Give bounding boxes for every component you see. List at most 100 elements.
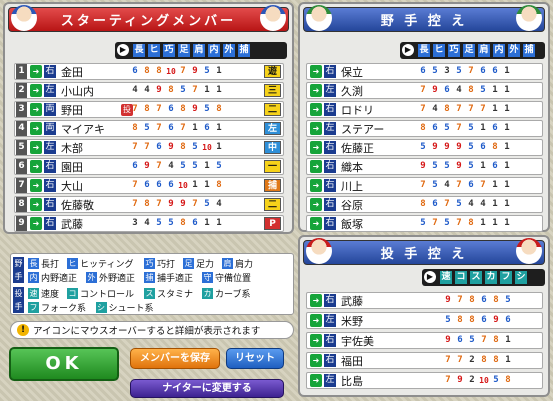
reset-button[interactable]: リセット	[226, 348, 284, 369]
table-row[interactable]: ➜ 左比島 7 9 2 10 5 8	[306, 372, 543, 389]
batting-order: 6	[16, 159, 27, 174]
stat-value: 1	[504, 199, 510, 209]
player-name[interactable]: 金田	[61, 64, 121, 80]
stat-value: 7	[132, 199, 138, 209]
player-name[interactable]: 保立	[341, 64, 401, 80]
player-name[interactable]: 園田	[61, 159, 121, 175]
stat-value: 5	[216, 161, 222, 171]
stat-value: 1	[504, 66, 510, 76]
stat-value: 6	[492, 66, 498, 76]
player-name[interactable]: 谷原	[341, 197, 401, 213]
ok-label: OK	[45, 353, 83, 374]
player-name[interactable]: 佐藤敬	[61, 197, 121, 213]
player-name[interactable]: 川上	[341, 178, 401, 194]
player-name[interactable]: 野田	[61, 102, 121, 118]
table-row[interactable]: ➜ 右保立 6 5 3 5 7 6 6 1	[306, 63, 543, 80]
batting-order: 1	[16, 64, 27, 79]
table-row[interactable]: 3 ➜ 両野田投 7 8 7 6 8 9 5 8 二	[14, 101, 284, 118]
legend-item: 足足力	[183, 257, 214, 270]
ok-button[interactable]: OK	[9, 347, 119, 381]
table-row[interactable]: 4 ➜ 両マイアキ 8 5 7 6 7 1 6 1 左	[14, 120, 284, 137]
position-badge[interactable]: 左	[264, 122, 281, 135]
table-row[interactable]: ➜ 左米野 5 8 8 6 9 6	[306, 312, 543, 329]
player-name[interactable]: 大山	[61, 178, 121, 194]
table-row[interactable]: ➜ 右武藤 9 7 8 6 8 5	[306, 292, 543, 309]
stat-value: 5	[469, 335, 475, 345]
position-badge[interactable]: 中	[264, 141, 281, 154]
position-badge[interactable]: 二	[264, 198, 281, 211]
stat-value: 7	[420, 180, 426, 190]
table-row[interactable]: 8 ➜ 右佐藤敬 7 8 7 9 9 7 5 4 二	[14, 196, 284, 213]
night-game-button[interactable]: ナイターに変更する	[130, 379, 284, 398]
stat-value: 9	[457, 375, 463, 385]
table-row[interactable]: ➜ 左久渕 7 9 6 4 8 5 1 1	[306, 82, 543, 99]
stat-value: 9	[420, 161, 426, 171]
stat-value: 1	[492, 199, 498, 209]
stat-value: 4	[456, 85, 462, 95]
position-badge[interactable]: 遊	[264, 65, 281, 78]
table-row[interactable]: ➜ 右佐藤正 5 9 9 9 5 6 8 1	[306, 139, 543, 156]
player-name[interactable]: 久渕	[341, 83, 401, 99]
stat-value: 8	[420, 123, 426, 133]
player-avatar-icon	[306, 238, 332, 264]
position-badge[interactable]: 一	[264, 160, 281, 173]
position-badge[interactable]: 捕	[264, 179, 281, 192]
table-row[interactable]: ➜ 左ステアー 8 6 5 7 5 1 6 1	[306, 120, 543, 137]
player-avatar-icon	[306, 5, 332, 31]
player-name[interactable]: 米野	[341, 313, 401, 329]
player-name[interactable]: マイアキ	[61, 121, 121, 137]
stat-value: 1	[480, 218, 486, 228]
save-members-button[interactable]: メンバーを保存	[130, 348, 220, 369]
bats-badge: 左	[44, 141, 56, 154]
arrow-right-icon: ➜	[310, 65, 322, 78]
stat-value: 9	[168, 142, 174, 152]
table-row[interactable]: 9 ➜ 右武藤 3 4 5 5 8 6 1 1 P	[14, 215, 284, 232]
table-row[interactable]: ➜ 右福田 7 7 2 8 8 1	[306, 352, 543, 369]
table-row[interactable]: ➜ 右川上 7 5 4 7 6 7 1 1	[306, 177, 543, 194]
stats-group: 978685	[442, 293, 514, 308]
stat-value: 8	[180, 142, 186, 152]
table-row[interactable]: ➜ 右宇佐美 9 6 5 7 8 1	[306, 332, 543, 349]
table-row[interactable]: 6 ➜ 右園田 6 9 7 4 5 5 1 5 一	[14, 158, 284, 175]
player-name[interactable]: ロドリ	[341, 102, 401, 118]
stat-value: 9	[180, 199, 186, 209]
table-row[interactable]: 5 ➜ 左木部 7 7 6 9 8 5 10 1 中	[14, 139, 284, 156]
bats-badge: 右	[44, 179, 56, 192]
table-row[interactable]: ➜ 右飯塚 5 7 5 7 8 1 1 1	[306, 215, 543, 232]
stats-group: 75476711	[417, 178, 513, 193]
table-row[interactable]: 2 ➜ 左小山内 4 4 9 8 5 7 1 1 三	[14, 82, 284, 99]
stat-value: 5	[432, 161, 438, 171]
player-name[interactable]: 飯塚	[341, 216, 401, 232]
table-row[interactable]: ➜ 右織本 9 5 5 9 5 1 6 1	[306, 158, 543, 175]
stat-value: 6	[132, 66, 138, 76]
player-name[interactable]: 織本	[341, 159, 401, 175]
legend-text: 捕手適正	[157, 274, 194, 284]
legend: 野手 投手 長長打ヒヒッティング巧巧打足足力肩肩力 内内野適正外外野適正捕捕手適…	[10, 253, 294, 315]
player-name[interactable]: 小山内	[61, 83, 121, 99]
header-cell: シ	[515, 271, 527, 284]
legend-key-icon: カ	[202, 288, 213, 299]
player-name[interactable]: 福田	[341, 353, 401, 369]
stat-value: 9	[192, 104, 198, 114]
table-row[interactable]: 1 ➜ 右金田 6 8 8 10 7 9 5 1 遊	[14, 63, 284, 80]
arrow-right-icon: ➜	[310, 103, 322, 116]
stat-value: 10	[479, 376, 489, 385]
table-row[interactable]: ➜ 右谷原 8 6 7 5 4 4 1 1	[306, 196, 543, 213]
player-name[interactable]: 木部	[61, 140, 121, 156]
player-name[interactable]: 宇佐美	[341, 333, 401, 349]
player-name[interactable]: 比島	[341, 373, 401, 389]
stat-value: 9	[192, 66, 198, 76]
stats-group: 7 9 2 10 5 8	[442, 373, 514, 388]
table-row[interactable]: 7 ➜ 右大山 7 6 6 6 10 1 1 8 捕	[14, 177, 284, 194]
position-badge[interactable]: P	[264, 217, 281, 230]
position-badge[interactable]: 三	[264, 84, 281, 97]
player-name[interactable]: 武藤	[341, 293, 401, 309]
position-badge[interactable]: 二	[264, 103, 281, 116]
player-name[interactable]: 武藤	[61, 216, 121, 232]
arrow-right-icon: ➜	[30, 160, 42, 173]
table-row[interactable]: ➜ 右ロドリ 7 4 8 7 7 7 1 1	[306, 101, 543, 118]
arrow-right-icon: ➜	[310, 179, 322, 192]
player-name[interactable]: 佐藤正	[341, 140, 401, 156]
player-name[interactable]: ステアー	[341, 121, 401, 137]
batting-order: 9	[16, 216, 27, 231]
